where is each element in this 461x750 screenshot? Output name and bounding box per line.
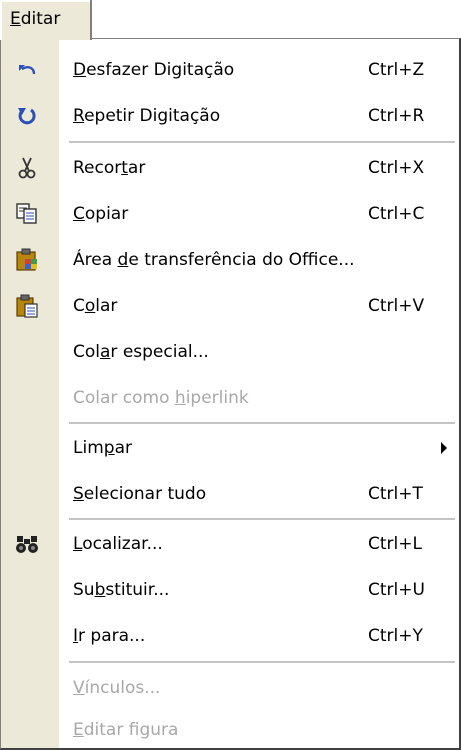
menu-item-office-clipboard[interactable]: Área de transferência do Office... <box>1 237 460 283</box>
menu-item-undo[interactable]: Desfazer Digitação Ctrl+Z <box>1 47 460 93</box>
menu-item-paste[interactable]: Colar Ctrl+V <box>1 283 460 329</box>
menu-item-label: Vínculos... <box>73 678 161 698</box>
undo-icon <box>13 56 41 84</box>
menu-editar-label: Editar <box>10 9 61 29</box>
menu-item-select-all[interactable]: Selecionar tudo Ctrl+T <box>1 471 460 517</box>
menu-separator <box>69 661 455 663</box>
menu-item-shortcut: Ctrl+Y <box>368 626 423 646</box>
edit-menu-screen: Editar Desfazer Digitação Ctrl+Z Repetir… <box>0 0 461 750</box>
copy-icon <box>13 200 41 228</box>
menu-item-shortcut: Ctrl+X <box>368 158 425 178</box>
menu-separator <box>69 518 455 520</box>
menu-item-replace[interactable]: Substituir... Ctrl+U <box>1 567 460 613</box>
edit-dropdown-menu: Desfazer Digitação Ctrl+Z Repetir Digita… <box>0 38 461 750</box>
menu-item-find[interactable]: Localizar... Ctrl+L <box>1 521 460 567</box>
menu-item-label: Desfazer Digitação <box>73 60 235 80</box>
menu-separator <box>69 422 455 424</box>
scissors-icon <box>13 154 41 182</box>
menu-item-label: Colar como hiperlink <box>73 388 249 408</box>
menu-item-label: Ir para... <box>73 626 146 646</box>
menu-item-clear[interactable]: Limpar <box>1 425 460 471</box>
menu-item-label: Substituir... <box>73 580 170 600</box>
menu-item-label: Colar especial... <box>73 342 209 362</box>
submenu-arrow-icon <box>441 442 447 454</box>
binoculars-icon <box>13 530 41 558</box>
menu-item-label: Localizar... <box>73 534 163 554</box>
menu-item-label: Recortar <box>73 158 146 178</box>
menu-separator <box>69 141 455 143</box>
menu-item-label: Limpar <box>73 438 132 458</box>
office-clipboard-icon <box>13 246 41 274</box>
menu-item-shortcut: Ctrl+V <box>368 296 425 316</box>
paste-icon <box>13 292 41 320</box>
menu-item-shortcut: Ctrl+R <box>368 106 425 126</box>
menu-item-edit-picture: Editar figura <box>1 707 460 750</box>
menu-item-copy[interactable]: Copiar Ctrl+C <box>1 191 460 237</box>
menu-item-shortcut: Ctrl+L <box>368 534 422 554</box>
menu-item-cut[interactable]: Recortar Ctrl+X <box>1 145 460 191</box>
menu-item-label: Repetir Digitação <box>73 106 221 126</box>
menu-item-label: Selecionar tudo <box>73 484 207 504</box>
menu-item-label: Editar figura <box>73 720 179 740</box>
menu-item-shortcut: Ctrl+C <box>368 204 425 224</box>
menu-item-label: Copiar <box>73 204 129 224</box>
menu-editar[interactable]: Editar <box>0 0 92 40</box>
menu-item-shortcut: Ctrl+Z <box>368 60 425 80</box>
menu-item-label: Colar <box>73 296 118 316</box>
redo-icon <box>13 102 41 130</box>
menu-item-repeat[interactable]: Repetir Digitação Ctrl+R <box>1 93 460 139</box>
menu-item-paste-as-hyperlink: Colar como hiperlink <box>1 375 460 421</box>
menu-item-label: Área de transferência do Office... <box>73 250 355 270</box>
menu-item-shortcut: Ctrl+U <box>368 580 425 600</box>
menu-item-go-to[interactable]: Ir para... Ctrl+Y <box>1 613 460 659</box>
menu-item-shortcut: Ctrl+T <box>368 484 423 504</box>
menu-item-links: Vínculos... <box>1 665 460 711</box>
menu-item-paste-special[interactable]: Colar especial... <box>1 329 460 375</box>
